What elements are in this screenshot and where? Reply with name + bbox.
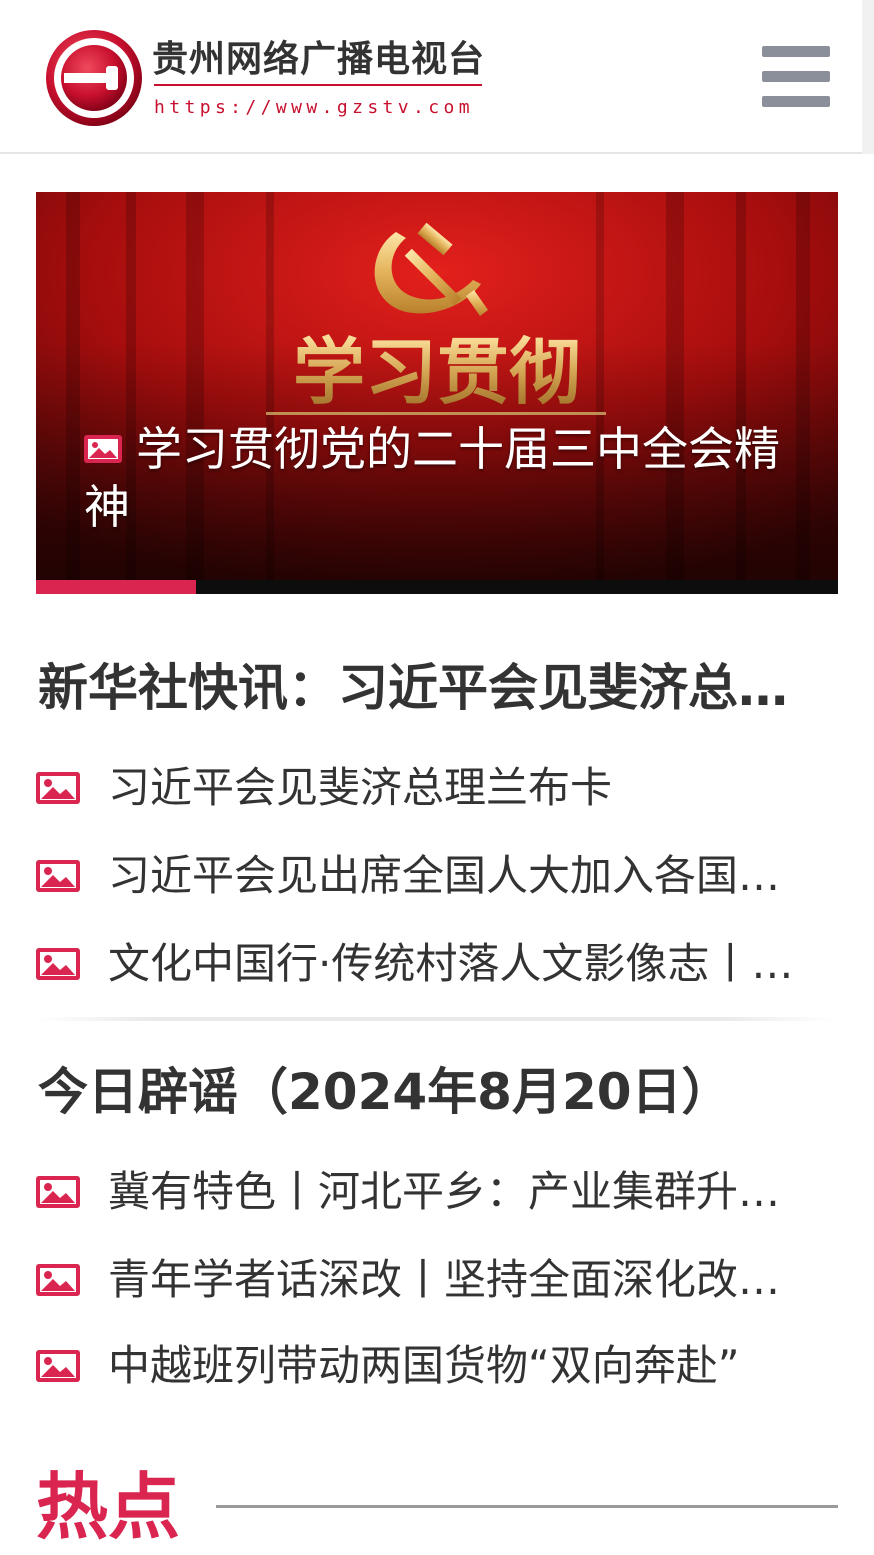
picture-icon: [84, 434, 122, 463]
menu-bar-middle: [762, 71, 830, 82]
banner-carousel[interactable]: 学习贯彻 学习贯彻党的二十届三中全会精神: [36, 192, 838, 594]
picture-icon: [36, 1264, 80, 1296]
news-item[interactable]: 文化中国行·传统村落人文影像志丨千年古村: [36, 934, 836, 994]
news-item-title: 冀有特色丨河北平乡：产业集群升级焕新: [108, 1167, 808, 1216]
picture-icon: [36, 948, 80, 980]
menu-bar-top: [762, 46, 830, 57]
news-item-title: 习近平会见斐济总理兰布卡: [108, 763, 613, 812]
banner-caption-text: 学习贯彻党的二十届三中全会精神: [84, 422, 780, 534]
hot-section-title: 热点: [36, 1465, 181, 1549]
section-divider: [36, 1017, 836, 1021]
picture-icon: [36, 1350, 80, 1382]
picture-icon: [36, 772, 80, 804]
gzstv-logo-icon[interactable]: [44, 28, 144, 128]
picture-icon: [36, 1176, 80, 1208]
news-item-title: 习近平会见出席全国人大加入各国议会联盟40周年纪念活动的各国议长: [108, 851, 808, 900]
carousel-progress-fill: [36, 580, 197, 594]
section-headline-1[interactable]: 新华社快讯：习近平会见斐济总理兰布卡: [38, 648, 798, 720]
news-item-title: 文化中国行·传统村落人文影像志丨千年古村: [108, 939, 834, 988]
news-item[interactable]: 冀有特色丨河北平乡：产业集群升级焕新: [36, 1162, 836, 1222]
carousel-progress: [36, 580, 838, 594]
site-header: 贵州网络广播电视台 https://www.gzstv.com: [0, 0, 874, 154]
news-item-title: 青年学者话深改丨坚持全面深化改革不动摇: [108, 1255, 808, 1304]
news-item-title: 中越班列带动两国货物“双向奔赴”: [108, 1341, 740, 1390]
hamburger-menu-icon[interactable]: [760, 46, 832, 108]
news-item[interactable]: 青年学者话深改丨坚持全面深化改革不动摇: [36, 1250, 836, 1310]
news-item[interactable]: 中越班列带动两国货物“双向奔赴”: [36, 1336, 836, 1396]
site-name: 贵州网络广播电视台: [152, 39, 486, 80]
page-scrollbar[interactable]: [862, 0, 874, 154]
section-headline-2[interactable]: 今日辟谣（2024年8月20日）: [38, 1052, 838, 1124]
site-url: https://www.gzstv.com: [154, 97, 474, 118]
picture-icon: [36, 860, 80, 892]
hot-section-rule: [216, 1505, 838, 1508]
news-item[interactable]: 习近平会见出席全国人大加入各国议会联盟40周年纪念活动的各国议长: [36, 846, 836, 906]
menu-bar-bottom: [762, 96, 830, 107]
news-item[interactable]: 习近平会见斐济总理兰布卡: [36, 758, 836, 818]
banner-caption[interactable]: 学习贯彻党的二十届三中全会精神: [84, 420, 804, 536]
logo-divider: [154, 84, 482, 86]
